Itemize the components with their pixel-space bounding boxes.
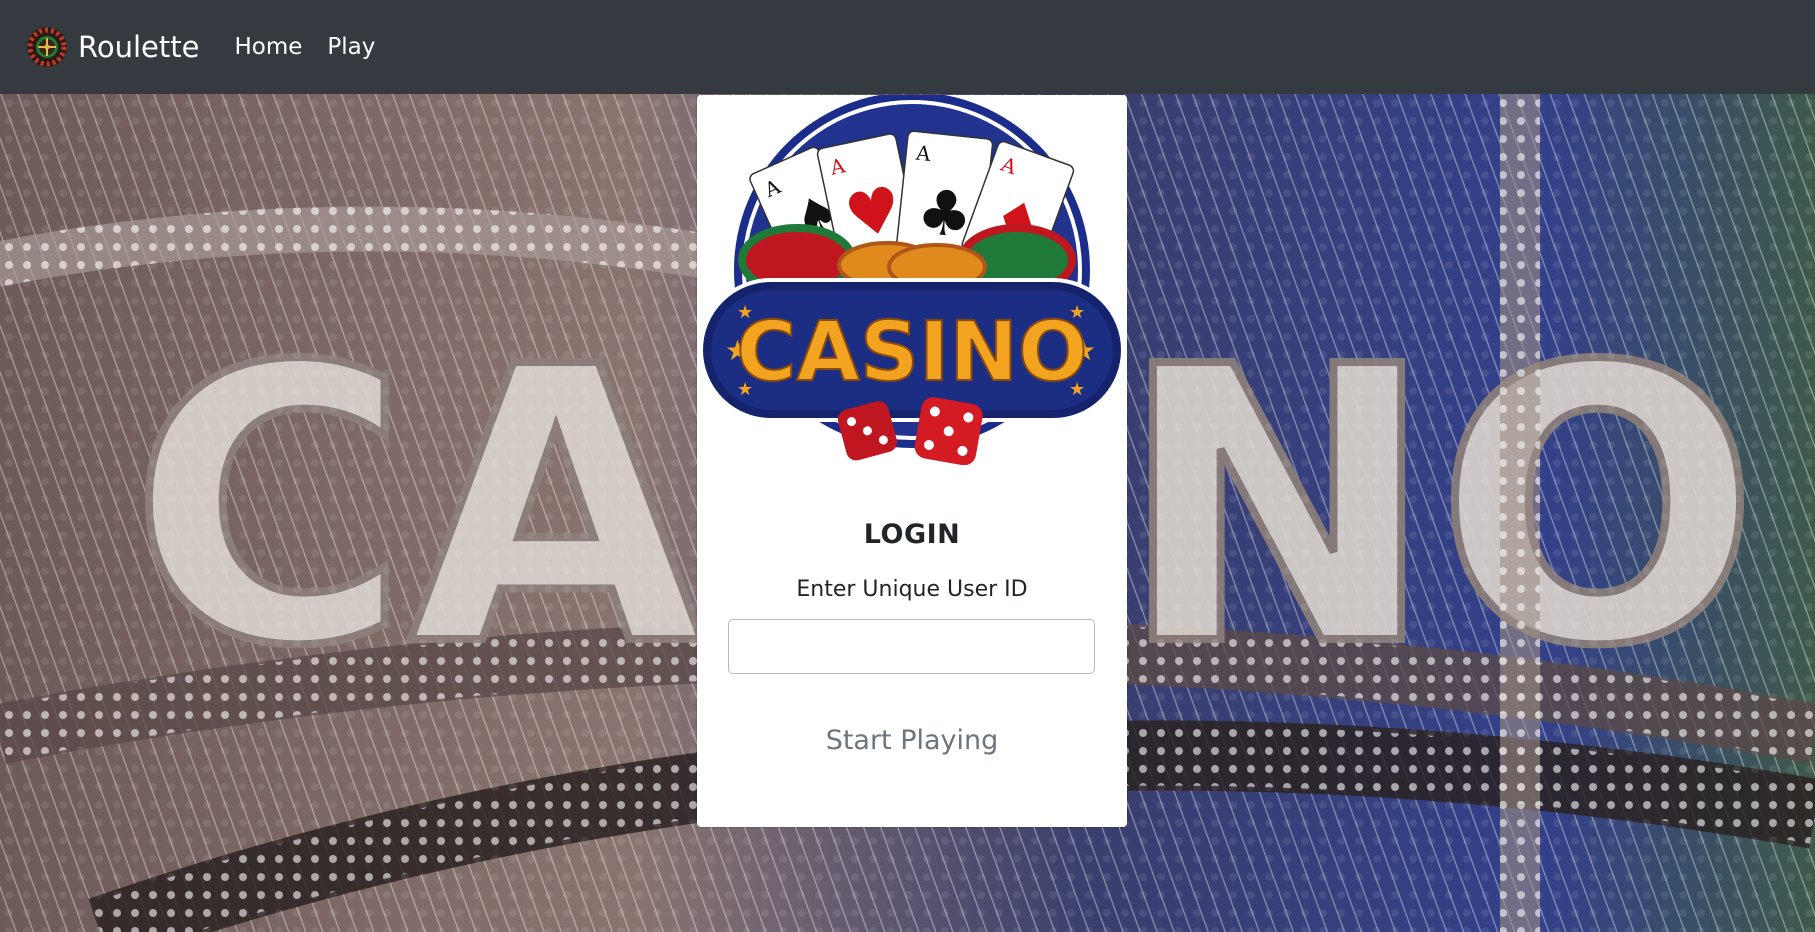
svg-text:A: A: [914, 141, 932, 167]
roulette-wheel-icon: [27, 27, 67, 67]
user-id-input[interactable]: [728, 619, 1095, 674]
login-card: A ♠ A ♥ A ♣ A ♦ ★ ★ ★ ★ ★ ★ CASINO LOGIN…: [697, 95, 1127, 827]
start-playing-button[interactable]: Start Playing: [787, 715, 1037, 765]
nav-link-play[interactable]: Play: [327, 34, 375, 60]
casino-logo: A ♠ A ♥ A ♣ A ♦ ★ ★ ★ ★ ★ ★ CASINO: [699, 95, 1125, 465]
logo-casino-text: CASINO: [736, 305, 1088, 400]
brand[interactable]: Roulette: [26, 26, 199, 68]
login-title: LOGIN: [863, 519, 961, 550]
top-navbar: Roulette Home Play: [0, 0, 1815, 94]
nav-link-home[interactable]: Home: [234, 34, 302, 60]
nav-links: Home Play: [234, 34, 375, 60]
user-id-label: Enter Unique User ID: [796, 577, 1028, 602]
brand-title: Roulette: [78, 30, 200, 64]
